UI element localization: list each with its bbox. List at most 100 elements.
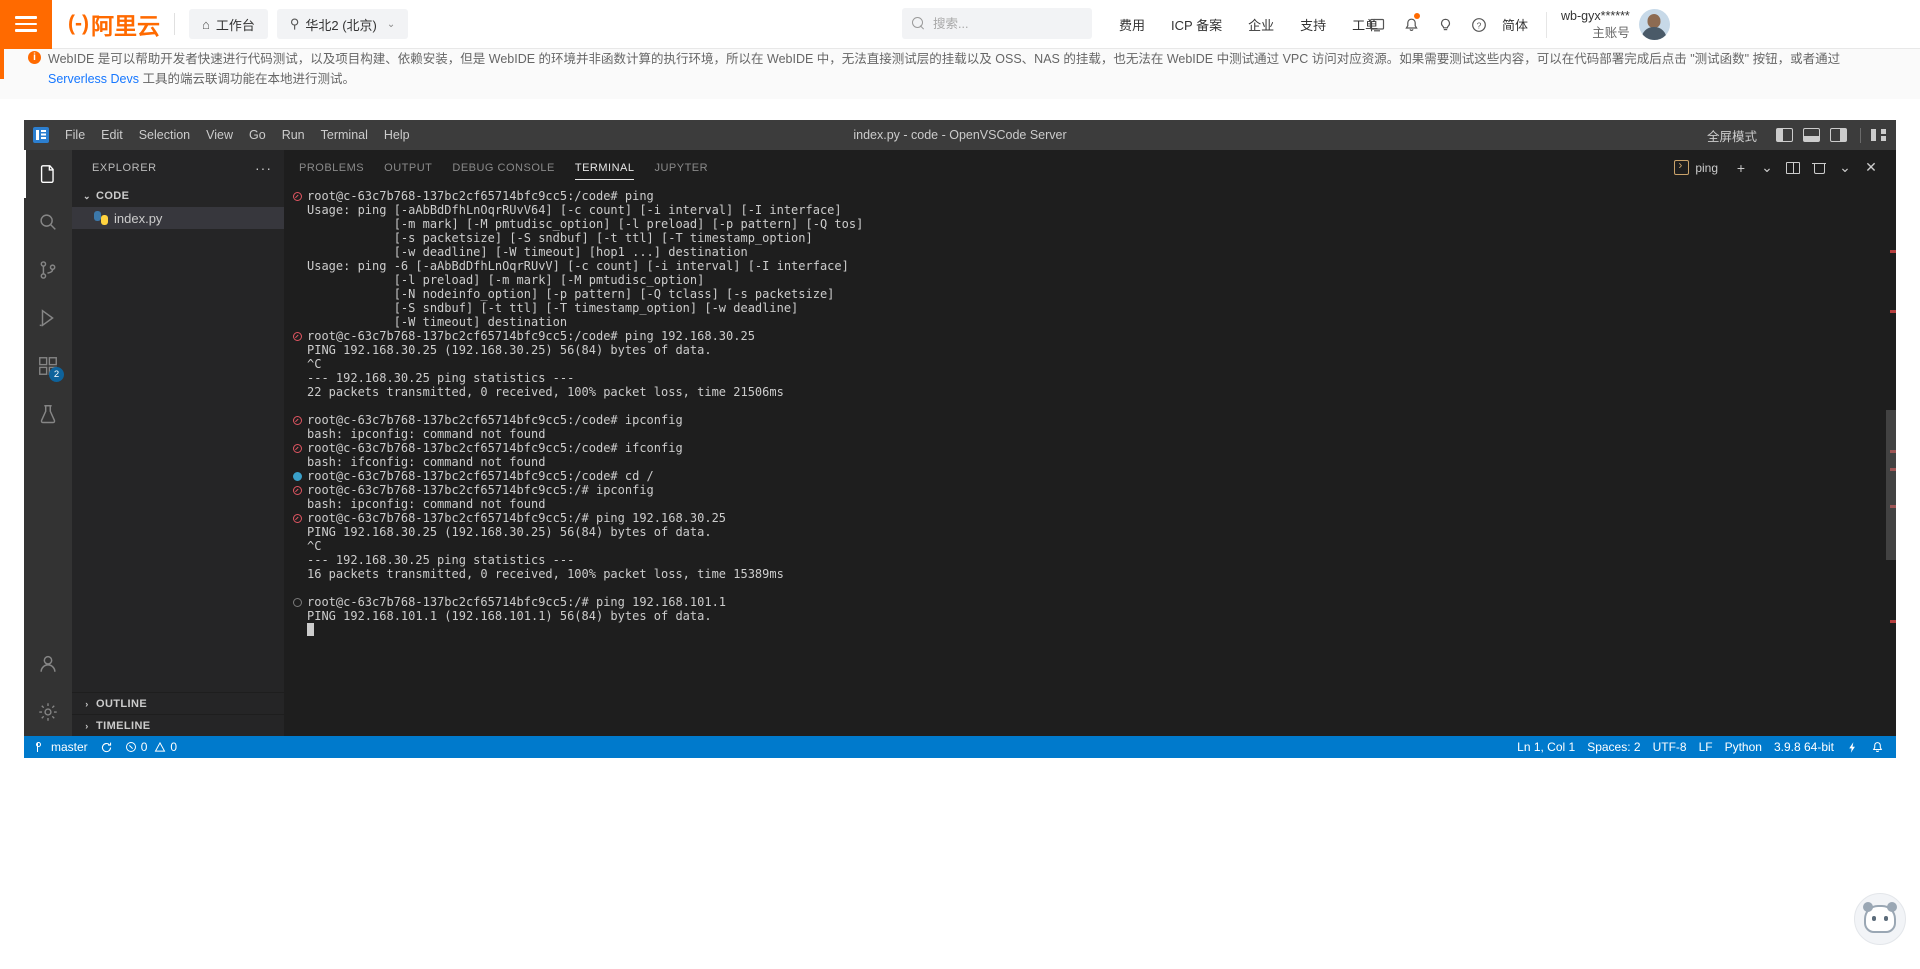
maximize-panel-chevron-icon[interactable]: ⌄ [1834, 157, 1856, 179]
menu-selection[interactable]: Selection [131, 125, 198, 145]
panel-bottom-icon[interactable] [1803, 128, 1820, 142]
explorer-title: EXPLORER [92, 161, 157, 174]
chevron-right-icon: › [85, 698, 89, 709]
menu-go[interactable]: Go [241, 125, 274, 145]
webide-notice-banner: i WebIDE 的开发是什么? WebIDE 是可以帮助开发者快速进行代码测试… [0, 49, 1920, 99]
terminal-line: PING 192.168.101.1 (192.168.101.1) 56(84… [293, 609, 1896, 623]
tab-terminal[interactable]: TERMINAL [574, 150, 635, 185]
bell-icon [1872, 741, 1883, 752]
activity-testing-icon[interactable] [24, 390, 72, 438]
chevron-right-icon: › [85, 720, 89, 731]
terminal-line: [-l preload] [-m mark] [-M pmtudisc_opti… [293, 273, 1896, 287]
explorer-more-actions-icon[interactable]: ··· [255, 160, 272, 176]
timeline-section[interactable]: › TIMELINE [72, 714, 284, 736]
activity-bar: 2 [24, 150, 72, 736]
terminal-output[interactable]: root@c-63c7b768-137bc2cf65714bfc9cc5:/co… [285, 185, 1896, 736]
git-branch-icon [36, 741, 46, 753]
error-icon [125, 742, 136, 752]
hamburger-menu-button[interactable] [0, 0, 52, 49]
support-chat-bubble[interactable] [1854, 893, 1906, 945]
new-terminal-button[interactable]: + [1730, 157, 1752, 179]
activity-extensions-icon[interactable]: 2 [24, 342, 72, 390]
status-cursor-position[interactable]: Ln 1, Col 1 [1511, 736, 1581, 758]
status-encoding[interactable]: UTF-8 [1647, 736, 1693, 758]
status-language-mode[interactable]: Python [1719, 736, 1768, 758]
lightbulb-icon[interactable] [1428, 0, 1462, 49]
chevron-down-icon: ⌄ [83, 190, 91, 201]
new-terminal-dropdown-icon[interactable]: ⌄ [1756, 157, 1778, 179]
activity-source-control-icon[interactable] [24, 246, 72, 294]
bell-icon[interactable] [1394, 0, 1428, 49]
file-item-index-py[interactable]: index.py [72, 207, 284, 229]
panel-right-icon[interactable] [1830, 128, 1847, 142]
close-panel-icon[interactable]: ✕ [1860, 157, 1882, 179]
status-bar: master 0 0 Ln 1, Col 1 Spaces: 2 UTF-8 L… [24, 736, 1896, 758]
menu-edit[interactable]: Edit [93, 125, 131, 145]
avatar [1638, 9, 1670, 40]
folder-node-code[interactable]: ⌄ CODE [72, 185, 284, 207]
terminal-line-text: bash: ipconfig: command not found [307, 497, 546, 511]
status-sync[interactable] [94, 736, 119, 758]
region-selector[interactable]: ⚲ 华北2 (北京) ⌄ [276, 9, 409, 39]
header-link-support[interactable]: 支持 [1300, 15, 1326, 34]
customize-layout-icon[interactable] [1871, 128, 1886, 142]
header-link-fees[interactable]: 费用 [1119, 15, 1145, 34]
status-notifications-icon[interactable] [1865, 736, 1890, 758]
activity-account-icon[interactable] [24, 640, 72, 688]
terminal-line: root@c-63c7b768-137bc2cf65714bfc9cc5:/co… [293, 189, 1896, 203]
menu-terminal[interactable]: Terminal [313, 125, 376, 145]
panel-actions: ping + ⌄ ⌄ ✕ [1674, 157, 1896, 179]
search-icon [912, 16, 926, 31]
language-switch[interactable]: 简体 [1502, 15, 1528, 34]
status-tensorboard-icon[interactable] [1840, 736, 1865, 758]
user-divider [1546, 11, 1548, 38]
tab-jupyter[interactable]: JUPYTER [654, 150, 708, 185]
global-search[interactable] [902, 8, 1092, 39]
screen-icon[interactable] [1360, 0, 1394, 49]
menu-run[interactable]: Run [274, 125, 313, 145]
status-problems[interactable]: 0 0 [119, 736, 183, 758]
notice-body: WebIDE 是可以帮助开发者快速进行代码测试，以及项目构建、依赖安装，但是 W… [48, 49, 1894, 89]
tab-problems[interactable]: PROBLEMS [299, 150, 364, 185]
status-python-interpreter[interactable]: 3.9.8 64-bit [1768, 736, 1840, 758]
menu-view[interactable]: View [198, 125, 241, 145]
warning-icon [155, 741, 166, 752]
aliyun-top-bar: (-) 阿里云 ⌂ 工作台 ⚲ 华北2 (北京) ⌄ 费用 ICP 备案 企业 … [0, 0, 1920, 49]
activity-explorer-icon[interactable] [24, 150, 72, 198]
aliyun-logo[interactable]: (-) 阿里云 [68, 7, 160, 41]
workbench-button[interactable]: ⌂ 工作台 [188, 9, 268, 39]
header-link-enterprise[interactable]: 企业 [1248, 15, 1274, 34]
outline-section[interactable]: › OUTLINE [72, 692, 284, 714]
tab-output[interactable]: OUTPUT [384, 150, 432, 185]
panel-left-icon[interactable] [1776, 128, 1793, 142]
status-branch[interactable]: master [30, 736, 94, 758]
terminal-line: bash: ipconfig: command not found [293, 497, 1896, 511]
user-account-menu[interactable]: wb-gyx****** 主账号 [1561, 8, 1670, 42]
status-indentation[interactable]: Spaces: 2 [1581, 736, 1646, 758]
search-input[interactable] [933, 16, 1082, 31]
fullscreen-mode-button[interactable]: 全屏模式 [1707, 126, 1757, 145]
serverless-devs-link[interactable]: Serverless Devs [48, 72, 139, 86]
activity-search-icon[interactable] [24, 198, 72, 246]
menu-file[interactable]: File [57, 125, 93, 145]
activity-run-debug-icon[interactable] [24, 294, 72, 342]
activity-settings-gear-icon[interactable] [24, 688, 72, 736]
split-terminal-icon[interactable] [1782, 157, 1804, 179]
header-link-icp[interactable]: ICP 备案 [1171, 15, 1222, 34]
sync-icon [101, 742, 111, 752]
tab-debug-console[interactable]: DEBUG CONSOLE [452, 150, 554, 185]
help-circle-icon[interactable]: ? [1462, 0, 1496, 49]
header-icon-group: ? 简体 wb-gyx****** 主账号 [1360, 0, 1670, 49]
terminal-line: ^C [293, 357, 1896, 371]
status-eol[interactable]: LF [1693, 736, 1719, 758]
terminal-line-text: [-S sndbuf] [-t ttl] [-T timestamp_optio… [307, 301, 799, 315]
command-status-err-icon [293, 416, 302, 425]
kill-terminal-trash-icon[interactable] [1808, 157, 1830, 179]
terminal-line-text: bash: ifconfig: command not found [307, 455, 546, 469]
svg-text:?: ? [1477, 20, 1482, 30]
status-bar-right: Ln 1, Col 1 Spaces: 2 UTF-8 LF Python 3.… [1511, 736, 1890, 758]
terminal-instance-selector[interactable]: ping [1674, 158, 1718, 175]
timeline-label: TIMELINE [96, 719, 151, 732]
menu-help[interactable]: Help [376, 125, 418, 145]
